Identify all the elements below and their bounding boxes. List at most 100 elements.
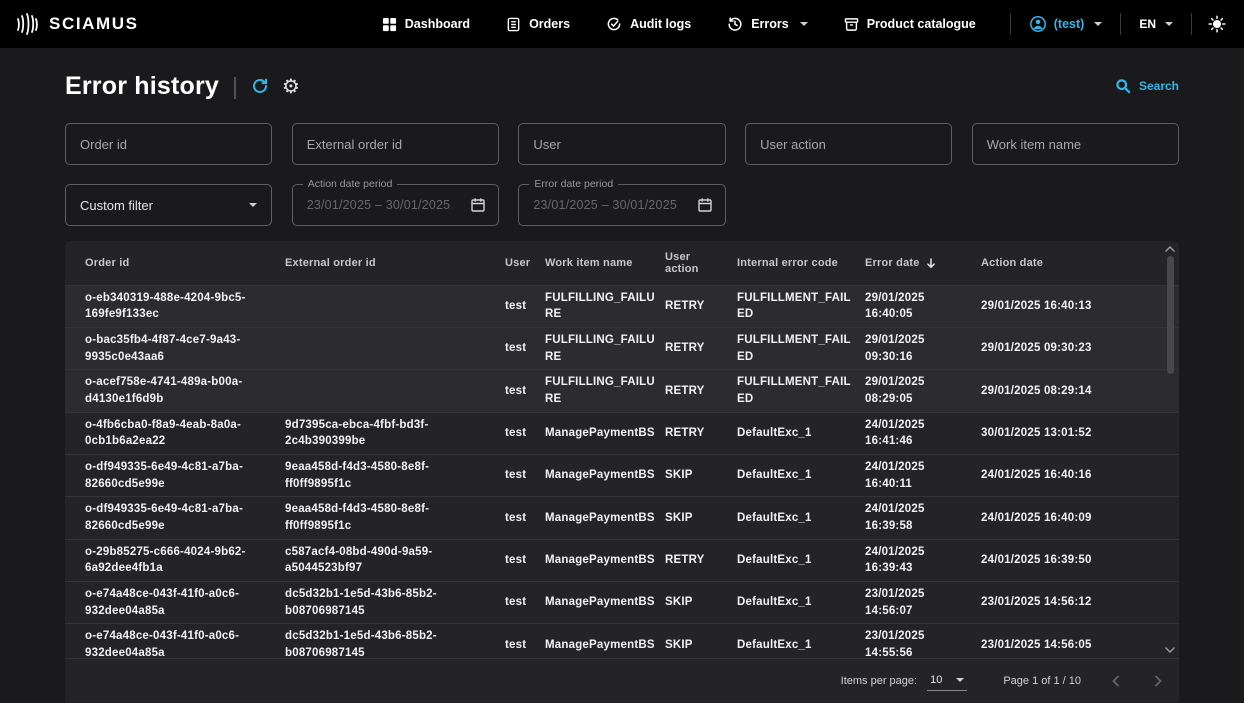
work-item-name-input[interactable] [973,124,1178,164]
table-scroll-area: Order id External order id User Work ite… [65,241,1179,658]
sort-desc-icon [925,257,937,269]
scroll-down-icon[interactable] [1165,647,1175,653]
nav-item-audit-logs[interactable]: Audit logs [606,16,691,32]
search-button[interactable]: Search [1115,78,1179,94]
cell-user-action: RETRY [665,539,737,581]
previous-page-button[interactable] [1109,674,1123,688]
page-content: Error history | ⚙ Search [0,68,1244,703]
cell-external-order-id: 9d7395ca-ebca-4fbf-bd3f-2c4b390399be [285,412,505,454]
chevron-down-icon [800,22,808,26]
cell-action-date: 30/01/2025 13:01:52 [981,412,1179,454]
user-icon [1029,15,1047,33]
filters-row-1 [65,123,1179,165]
scroll-up-icon[interactable] [1165,246,1175,252]
cell-user: test [505,624,545,658]
col-header-internal-error-code[interactable]: Internal error code [737,241,865,285]
cell-internal-error-code: DefaultExc_1 [737,624,865,658]
order-id-input[interactable] [66,124,271,164]
cell-internal-error-code: FULFILLMENT_FAILED [737,285,865,327]
chevron-down-icon [1165,22,1173,26]
table-row[interactable]: o-e74a48ce-043f-41f0-a0c6-932dee04a85a d… [65,581,1179,623]
col-header-order-id[interactable]: Order id [65,241,285,285]
user-action-filter [745,123,952,165]
nav-label: Errors [751,17,789,31]
items-per-page-select[interactable]: 10 [927,672,967,691]
cell-work-item-name: ManagePaymentBS [545,624,665,658]
cell-internal-error-code: FULFILLMENT_FAILED [737,327,865,369]
col-header-error-date[interactable]: Error date [865,241,981,285]
cell-order-id: o-4fb6cba0-f8a9-4eab-8a0a-0cb1b6a2ea22 [65,412,285,454]
items-per-page-label: Items per page: [841,675,917,687]
cell-external-order-id: dc5d32b1-1e5d-43b6-85b2-b08706987145 [285,624,505,658]
cell-work-item-name: ManagePaymentBS [545,412,665,454]
account-label: (test) [1054,17,1085,31]
custom-filter-select[interactable]: Custom filter [65,184,272,226]
table-row[interactable]: o-e74a48ce-043f-41f0-a0c6-932dee04a85a d… [65,624,1179,658]
calendar-icon[interactable] [470,197,486,213]
cell-external-order-id: 9eaa458d-f4d3-4580-8e8f-ff0ff9895f1c [285,497,505,539]
cell-error-date: 23/01/2025 14:55:56 [865,624,981,658]
filters-row-2: Custom filter Action date period 23/01/2… [65,184,1179,226]
sun-icon [1208,15,1226,33]
table-row[interactable]: o-acef758e-4741-489a-b00a-d4130e1f6d9b t… [65,370,1179,412]
topbar: SCIAMUS Dashboard Orders [0,0,1244,48]
title-row: Error history | ⚙ Search [65,68,1179,104]
scrollbar-thumb[interactable] [1167,256,1174,374]
cell-internal-error-code: DefaultExc_1 [737,497,865,539]
cell-internal-error-code: FULFILLMENT_FAILED [737,370,865,412]
next-page-button[interactable] [1151,674,1165,688]
action-date-period-value: 23/01/2025 – 30/01/2025 [307,198,451,212]
refresh-button[interactable] [251,77,269,95]
dashboard-icon [382,17,397,32]
theme-toggle-button[interactable] [1192,15,1226,33]
brand[interactable]: SCIAMUS [14,11,139,37]
cell-external-order-id [285,285,505,327]
user-action-input[interactable] [746,124,951,164]
cell-user: test [505,370,545,412]
account-menu[interactable]: (test) [1011,15,1121,33]
table-row[interactable]: o-29b85275-c666-4024-9b62-6a92dee4fb1a c… [65,539,1179,581]
external-order-id-input[interactable] [293,124,498,164]
settings-gear-button[interactable]: ⚙ [282,76,300,96]
col-header-action-date[interactable]: Action date [981,241,1179,285]
cell-user: test [505,412,545,454]
cell-work-item-name: FULFILLING_FAILURE [545,370,665,412]
order-id-filter [65,123,272,165]
audit-logs-icon [606,16,622,32]
calendar-icon[interactable] [697,197,713,213]
cell-error-date: 29/01/2025 09:30:16 [865,327,981,369]
user-input[interactable] [519,124,724,164]
table-row[interactable]: o-4fb6cba0-f8a9-4eab-8a0a-0cb1b6a2ea22 9… [65,412,1179,454]
chevron-down-icon [1094,22,1102,26]
nav-item-product-catalogue[interactable]: Product catalogue [844,17,976,32]
nav-item-dashboard[interactable]: Dashboard [382,17,470,32]
language-menu[interactable]: EN [1121,17,1191,31]
topbar-right: (test) EN [1010,13,1226,35]
table-row[interactable]: o-bac35fb4-4f87-4ce7-9a43-9935c0e43aa6 t… [65,327,1179,369]
cell-action-date: 29/01/2025 16:40:13 [981,285,1179,327]
cell-user-action: SKIP [665,624,737,658]
table-row[interactable]: o-df949335-6e49-4c81-a7ba-82660cd5e99e 9… [65,454,1179,496]
cell-error-date: 24/01/2025 16:39:58 [865,497,981,539]
col-header-work-item-name[interactable]: Work item name [545,241,665,285]
cell-work-item-name: ManagePaymentBS [545,497,665,539]
col-header-user[interactable]: User [505,241,545,285]
items-per-page-value: 10 [930,674,942,686]
error-table: Order id External order id User Work ite… [65,241,1179,658]
nav-item-orders[interactable]: Orders [506,17,570,32]
table-row[interactable]: o-df949335-6e49-4c81-a7ba-82660cd5e99e 9… [65,497,1179,539]
col-header-user-action[interactable]: User action [665,241,737,285]
cell-order-id: o-acef758e-4741-489a-b00a-d4130e1f6d9b [65,370,285,412]
cell-work-item-name: FULFILLING_FAILURE [545,327,665,369]
brand-name: SCIAMUS [49,14,139,34]
action-date-period-field[interactable]: Action date period 23/01/2025 – 30/01/20… [292,184,499,226]
col-header-external-order-id[interactable]: External order id [285,241,505,285]
cell-user-action: RETRY [665,412,737,454]
error-date-period-field[interactable]: Error date period 23/01/2025 – 30/01/202… [518,184,725,226]
nav-item-errors[interactable]: Errors [727,16,808,32]
cell-order-id: o-e74a48ce-043f-41f0-a0c6-932dee04a85a [65,624,285,658]
cell-work-item-name: ManagePaymentBS [545,581,665,623]
custom-filter-label: Custom filter [80,198,153,213]
cell-internal-error-code: DefaultExc_1 [737,539,865,581]
table-row[interactable]: o-eb340319-488e-4204-9bc5-169fe9f133ec t… [65,285,1179,327]
